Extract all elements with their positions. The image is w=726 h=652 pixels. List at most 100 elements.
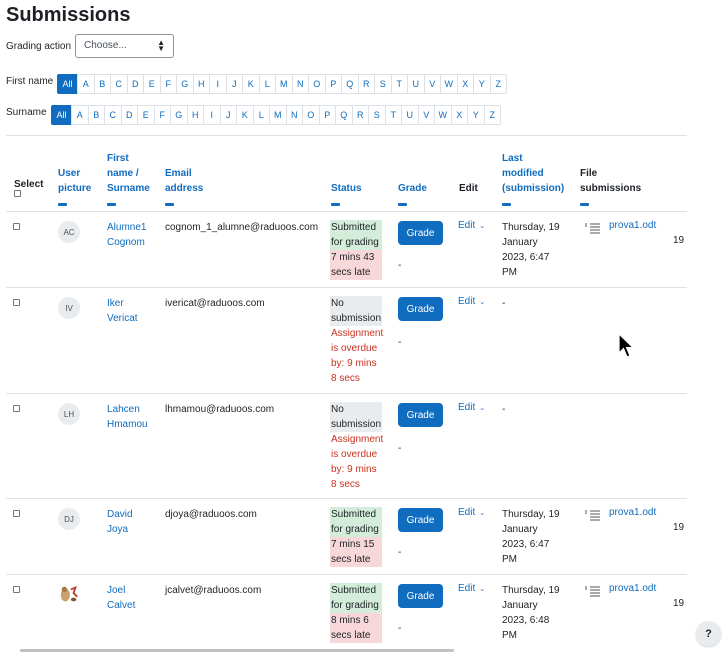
sort-indicator: [165, 203, 174, 206]
edit-menu-button[interactable]: Edit ⌄: [458, 583, 485, 594]
firstname-initial-q[interactable]: Q: [341, 74, 359, 94]
user-name-link[interactable]: Iker Vericat: [107, 296, 138, 326]
avatar[interactable]: DJ: [58, 508, 80, 530]
user-name-link[interactable]: Joel Calvet: [107, 583, 135, 613]
firstname-initial-c[interactable]: C: [110, 74, 128, 94]
edit-menu-button[interactable]: Edit ⌄: [458, 402, 485, 413]
firstname-initial-k[interactable]: K: [242, 74, 260, 94]
grade-button[interactable]: Grade: [398, 403, 443, 427]
grade-button[interactable]: Grade: [398, 297, 443, 321]
avatar[interactable]: [58, 583, 80, 605]
surname-initial-m[interactable]: M: [269, 105, 287, 125]
file-submission-link[interactable]: prova1.odt: [609, 220, 656, 231]
firstname-initial-x[interactable]: X: [456, 74, 474, 94]
avatar[interactable]: IV: [58, 297, 80, 319]
grading-action-selected: Choose...: [84, 40, 127, 51]
surname-initial-q[interactable]: Q: [335, 105, 353, 125]
firstname-initial-z[interactable]: Z: [489, 74, 507, 94]
submission-status: Submitted for grading 7 mins 15 secs late: [330, 507, 382, 567]
firstname-initial-e[interactable]: E: [143, 74, 161, 94]
row-select-checkbox[interactable]: [13, 223, 20, 230]
edit-menu-button[interactable]: Edit ⌄: [458, 296, 485, 307]
surname-initial-o[interactable]: O: [302, 105, 320, 125]
grade-button[interactable]: Grade: [398, 508, 443, 532]
firstname-initial-w[interactable]: W: [440, 74, 458, 94]
firstname-initial-d[interactable]: D: [126, 74, 144, 94]
last-modified-text: -: [502, 298, 506, 309]
firstname-initial-y[interactable]: Y: [473, 74, 491, 94]
surname-initial-u[interactable]: U: [401, 105, 419, 125]
surname-initial-w[interactable]: W: [434, 105, 452, 125]
surname-initial-e[interactable]: E: [137, 105, 155, 125]
firstname-initial-l[interactable]: L: [258, 74, 276, 94]
surname-initial-y[interactable]: Y: [467, 105, 485, 125]
edit-menu-button[interactable]: Edit ⌄: [458, 220, 485, 231]
edit-menu-button[interactable]: Edit ⌄: [458, 507, 485, 518]
firstname-initial-i[interactable]: I: [209, 74, 227, 94]
user-name-link[interactable]: Alumne1 Cognom: [107, 220, 146, 250]
surname-initial-g[interactable]: G: [170, 105, 188, 125]
email-text: lhmamou@raduoos.com: [165, 404, 275, 415]
row-select-checkbox[interactable]: [13, 586, 20, 593]
surname-initial-all[interactable]: All: [51, 105, 72, 125]
late-badge: 7 mins 43 secs late: [330, 250, 382, 280]
firstname-initials-bar: All A B C D E F G H I J K L M N O P Q R S T U V W X Y Z: [57, 74, 507, 94]
firstname-initial-p[interactable]: P: [324, 74, 342, 94]
surname-initial-x[interactable]: X: [450, 105, 468, 125]
firstname-initial-n[interactable]: N: [291, 74, 309, 94]
surname-initial-h[interactable]: H: [186, 105, 204, 125]
surname-initial-r[interactable]: R: [351, 105, 369, 125]
select-all-checkbox[interactable]: [14, 190, 21, 197]
firstname-initial-f[interactable]: F: [159, 74, 177, 94]
submission-status: Submitted for grading 8 mins 6 secs late: [330, 583, 382, 643]
avatar[interactable]: LH: [58, 403, 80, 425]
firstname-initial-all[interactable]: All: [57, 74, 78, 94]
surname-initial-n[interactable]: N: [285, 105, 303, 125]
surname-initial-a[interactable]: A: [71, 105, 89, 125]
surname-initial-p[interactable]: P: [318, 105, 336, 125]
firstname-initial-v[interactable]: V: [423, 74, 441, 94]
user-name-link[interactable]: Lahcen Hmamou: [107, 402, 148, 432]
file-submission-link[interactable]: prova1.odt: [609, 507, 656, 518]
surname-initial-l[interactable]: L: [252, 105, 270, 125]
grade-button[interactable]: Grade: [398, 584, 443, 608]
avatar[interactable]: AC: [58, 221, 80, 243]
last-modified-text: Thursday, 19 January 2023, 6:48 PM: [502, 585, 560, 641]
file-submission-link[interactable]: prova1.odt: [609, 583, 656, 594]
surname-initial-i[interactable]: I: [203, 105, 221, 125]
surname-initial-j[interactable]: J: [219, 105, 237, 125]
surname-initial-d[interactable]: D: [120, 105, 138, 125]
grade-button[interactable]: Grade: [398, 221, 443, 245]
firstname-initial-s[interactable]: S: [374, 74, 392, 94]
grading-action-select[interactable]: Choose... ▲ ▼: [75, 34, 174, 58]
row-select-checkbox[interactable]: [13, 405, 20, 412]
firstname-initial-j[interactable]: J: [225, 74, 243, 94]
firstname-initial-a[interactable]: A: [77, 74, 95, 94]
truncated-column-text: 19: [673, 235, 685, 246]
user-name-link[interactable]: David Joya: [107, 507, 133, 537]
help-button[interactable]: ?: [696, 621, 721, 646]
table-top-rule: [6, 135, 687, 136]
firstname-initial-m[interactable]: M: [275, 74, 293, 94]
surname-initial-s[interactable]: S: [368, 105, 386, 125]
row-select-checkbox[interactable]: [13, 299, 20, 306]
firstname-initial-r[interactable]: R: [357, 74, 375, 94]
firstname-initial-t[interactable]: T: [390, 74, 408, 94]
overdue-text: Assignment is overdue by: 9 mins 8 secs: [331, 328, 384, 384]
surname-filter-label: Surname: [6, 107, 47, 118]
surname-initial-c[interactable]: C: [104, 105, 122, 125]
surname-initial-b[interactable]: B: [87, 105, 105, 125]
surname-initial-t[interactable]: T: [384, 105, 402, 125]
firstname-initial-o[interactable]: O: [308, 74, 326, 94]
sort-indicator: [58, 203, 67, 206]
row-select-checkbox[interactable]: [13, 510, 20, 517]
firstname-initial-u[interactable]: U: [407, 74, 425, 94]
surname-initial-f[interactable]: F: [153, 105, 171, 125]
surname-initial-k[interactable]: K: [236, 105, 254, 125]
firstname-initial-h[interactable]: H: [192, 74, 210, 94]
surname-initial-v[interactable]: V: [417, 105, 435, 125]
surname-initial-z[interactable]: Z: [483, 105, 501, 125]
document-lines-icon: [585, 223, 601, 235]
firstname-initial-b[interactable]: B: [93, 74, 111, 94]
firstname-initial-g[interactable]: G: [176, 74, 194, 94]
